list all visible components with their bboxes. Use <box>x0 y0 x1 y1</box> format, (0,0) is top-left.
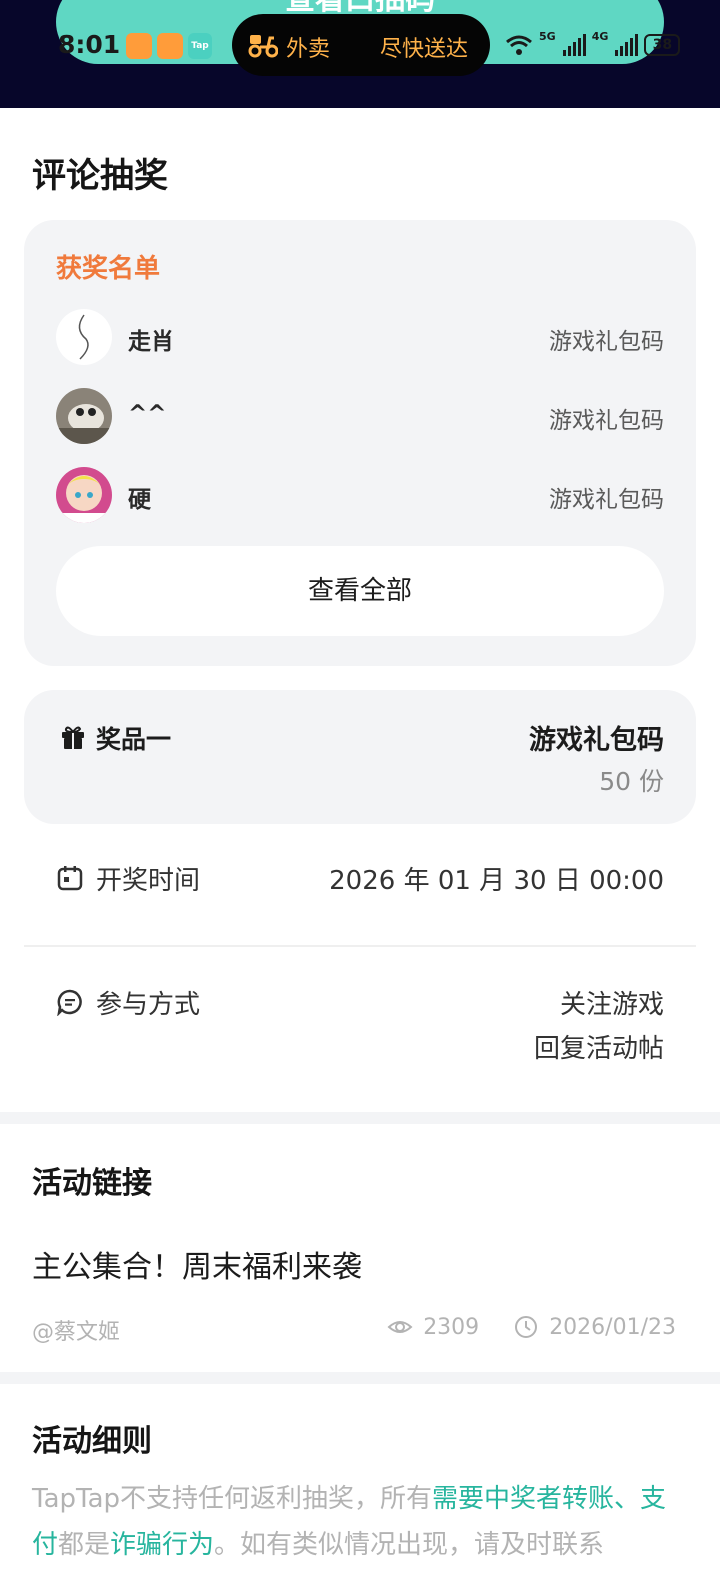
dynamic-island[interactable]: 外卖 尽快送达 <box>232 14 490 76</box>
status-time: 8:01 <box>58 30 121 59</box>
status-bar: 查看口抽码 8:01 Tap 外卖 尽快送达 5G 4G 38 <box>0 0 720 108</box>
section-title: 评论抽奖 <box>32 156 168 196</box>
eye-icon <box>387 1321 413 1333</box>
network-5g-label: 5G <box>539 30 556 43</box>
draw-time-label: 开奖时间 <box>96 866 201 896</box>
activity-post-title[interactable]: 主公集合！周末福利来袭 <box>32 1242 362 1286</box>
post-views: 2309 <box>423 1314 480 1340</box>
divider <box>24 945 696 947</box>
network-4g-label: 4G <box>591 30 609 43</box>
winner-row[interactable]: 走肖 游戏礼包码 <box>56 309 664 365</box>
post-date: 2026/01/23 <box>549 1314 676 1340</box>
scooter-icon <box>248 35 278 58</box>
section-separator <box>0 1372 720 1384</box>
rules-text-part: 。如有类似情况出现，请及时联系 <box>214 1530 605 1560</box>
island-left-label: 外卖 <box>286 37 331 62</box>
winner-prize: 游戏礼包码 <box>549 329 664 355</box>
rules-title: 活动细则 <box>32 1424 152 1459</box>
winner-prize: 游戏礼包码 <box>549 408 664 434</box>
draw-time-row: 开奖时间 2026 年 01 月 30 日 00:00 <box>56 860 664 900</box>
activity-link-title: 活动链接 <box>32 1166 152 1201</box>
avatar <box>56 467 112 523</box>
section-separator <box>0 1112 720 1124</box>
rules-text: TapTap不支持任何返利抽奖，所有需要中奖者转账、支付都是诈骗行为。如有类似情… <box>32 1476 692 1568</box>
prize-name: 游戏礼包码 <box>529 725 664 756</box>
winner-row[interactable]: 硬 游戏礼包码 <box>56 467 664 523</box>
winner-name: 硬 <box>128 487 151 513</box>
island-right-label: 尽快送达 <box>380 37 469 62</box>
gift-icon <box>62 726 84 749</box>
winner-prize: 游戏礼包码 <box>549 487 664 513</box>
participation-method-reply: 回复活动帖 <box>533 1034 664 1064</box>
signal-icon <box>562 34 586 56</box>
comment-icon <box>57 989 82 1016</box>
avatar <box>56 309 112 365</box>
battery-icon: 38 <box>644 34 681 56</box>
post-author[interactable]: @蔡文姬 <box>32 1314 120 1346</box>
participation-label: 参与方式 <box>96 990 201 1020</box>
view-all-button[interactable]: 查看全部 <box>56 546 664 636</box>
lottery-detail-sheet: 评论抽奖 获奖名单 走肖 游戏礼包码 ^^ 游戏礼包码 硬 游戏礼包码 查看全部… <box>0 108 720 1595</box>
app-check-icon <box>157 33 183 59</box>
status-indicators: 5G 4G 38 <box>505 30 681 60</box>
post-meta: 2309 2026/01/23 <box>387 1314 676 1340</box>
rules-text-part: TapTap不支持任何返利抽奖，所有 <box>32 1484 433 1514</box>
prize-label: 奖品一 <box>96 725 172 754</box>
winner-name: ^^ <box>128 401 167 427</box>
participation-method-follow: 关注游戏 <box>559 990 664 1020</box>
clock-icon <box>515 1316 538 1338</box>
participation-row: 参与方式 关注游戏 回复活动帖 <box>56 984 664 1074</box>
winners-card: 获奖名单 走肖 游戏礼包码 ^^ 游戏礼包码 硬 游戏礼包码 查看全部 <box>24 220 696 666</box>
prize-card: 奖品一 游戏礼包码 50 份 <box>24 690 696 824</box>
rules-text-part: 都是 <box>58 1530 111 1560</box>
winner-row[interactable]: ^^ 游戏礼包码 <box>56 388 664 444</box>
draw-time-value: 2026 年 01 月 30 日 00:00 <box>329 866 664 896</box>
wifi-icon <box>506 35 532 55</box>
avatar <box>56 388 112 444</box>
taptap-app-icon: Tap <box>188 33 212 59</box>
app-heart-icon <box>126 33 152 59</box>
winners-title: 获奖名单 <box>56 254 161 284</box>
signal-icon <box>615 34 639 56</box>
rules-highlight-fraud: 诈骗行为 <box>110 1530 215 1560</box>
prize-quantity: 50 份 <box>599 767 664 796</box>
winner-name: 走肖 <box>128 329 174 355</box>
calendar-icon <box>57 866 83 891</box>
